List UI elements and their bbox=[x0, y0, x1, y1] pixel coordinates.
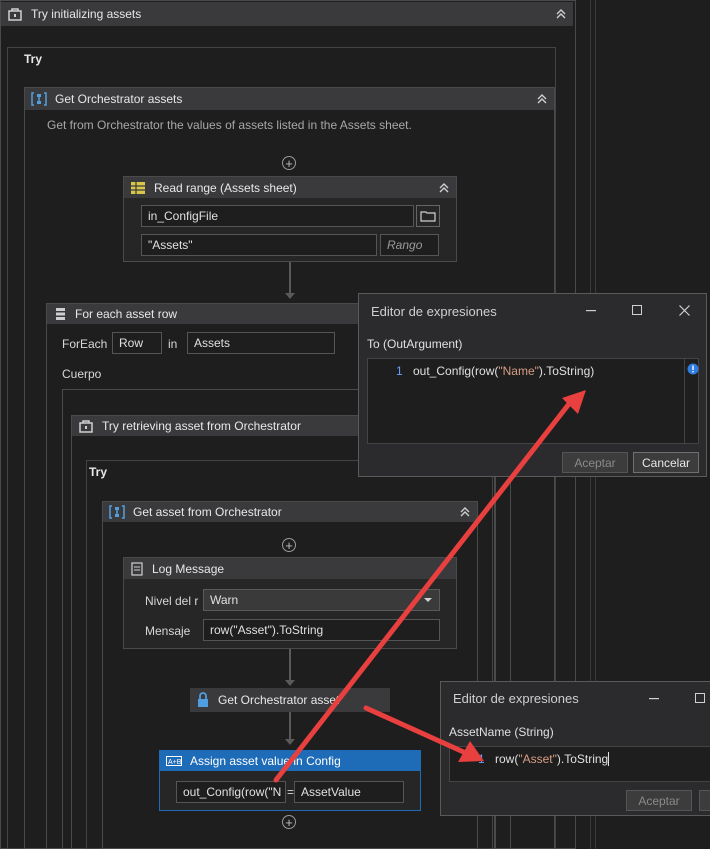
annotation-arrow bbox=[273, 397, 575, 783]
annotation-arrows bbox=[273, 390, 586, 783]
annotation-arrow bbox=[363, 705, 471, 757]
